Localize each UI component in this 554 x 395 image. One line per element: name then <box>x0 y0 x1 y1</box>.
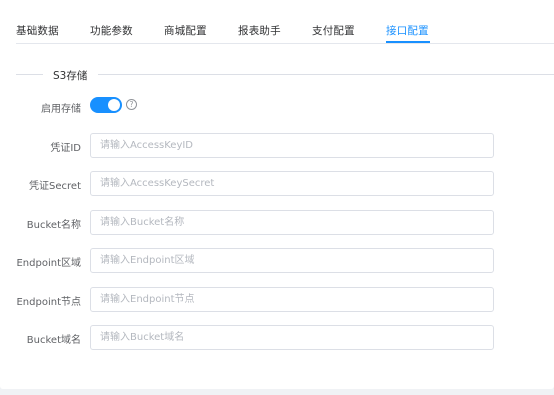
tab-payment-config[interactable]: 支付配置 <box>312 23 355 38</box>
config-card: 基础数据 功能参数 商城配置 报表助手 支付配置 接口配置 S3存储 启用存储 … <box>0 0 554 389</box>
access-key-id-input[interactable] <box>90 133 494 158</box>
bucket-domain-input[interactable] <box>90 325 494 350</box>
tab-function-params[interactable]: 功能参数 <box>90 23 133 38</box>
field-label-bucket-name: Bucket名称 <box>26 220 81 231</box>
section-divider-right <box>98 74 554 75</box>
tab-report-assistant[interactable]: 报表助手 <box>238 23 281 38</box>
endpoint-node-input[interactable] <box>90 287 494 312</box>
bucket-name-input[interactable] <box>90 210 494 235</box>
switch-knob <box>108 99 120 111</box>
endpoint-region-input[interactable] <box>90 248 494 273</box>
field-label-endpoint-node: Endpoint节点 <box>16 297 81 308</box>
tab-interface-config[interactable]: 接口配置 <box>386 23 429 38</box>
tab-basic-data[interactable]: 基础数据 <box>16 23 59 38</box>
field-label-bucket-domain: Bucket域名 <box>26 335 81 346</box>
tab-bar: 基础数据 功能参数 商城配置 报表助手 支付配置 接口配置 <box>16 0 554 44</box>
field-label-access-key-secret: 凭证Secret <box>29 181 81 192</box>
section-divider-left <box>16 74 43 75</box>
field-label-endpoint-region: Endpoint区域 <box>16 258 81 269</box>
section-title: S3存储 <box>47 68 94 83</box>
enable-storage-label: 启用存储 <box>41 104 81 115</box>
page-background-strip <box>0 389 554 395</box>
active-tab-indicator <box>386 41 430 43</box>
field-label-access-key-id: 凭证ID <box>50 143 81 154</box>
tab-mall-config[interactable]: 商城配置 <box>164 23 207 38</box>
question-circle-icon[interactable]: ? <box>126 99 137 110</box>
enable-storage-switch[interactable] <box>90 97 122 113</box>
access-key-secret-input[interactable] <box>90 171 494 196</box>
